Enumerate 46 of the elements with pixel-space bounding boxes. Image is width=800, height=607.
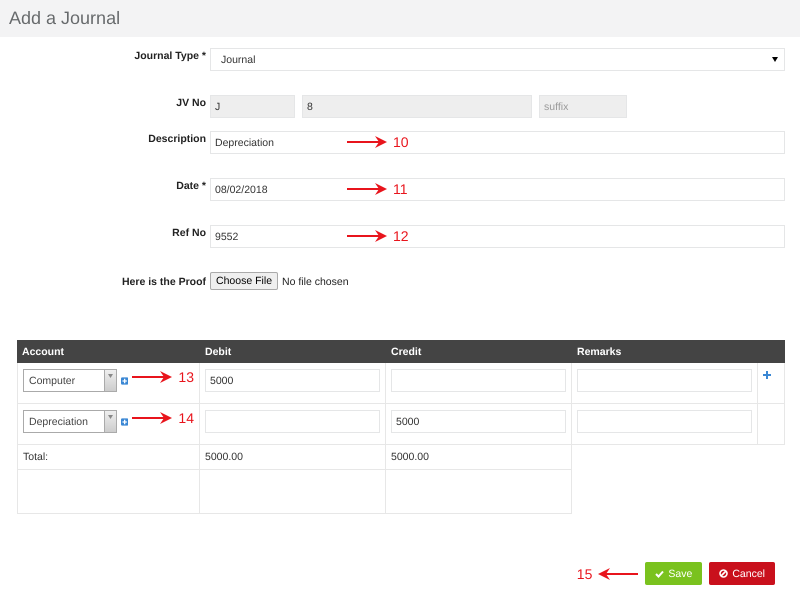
field-label: Date * xyxy=(175,179,206,194)
annotation-number: 12 xyxy=(393,228,409,244)
arrow-icon xyxy=(132,371,172,383)
field-label: Ref No xyxy=(171,226,206,241)
debit-field[interactable] xyxy=(205,410,380,433)
page-title: Add a Journal xyxy=(9,8,120,29)
arrow-icon xyxy=(347,230,387,242)
caret-icon xyxy=(772,57,778,62)
account-select[interactable]: Depreciation xyxy=(23,410,118,433)
annotation-number: 11 xyxy=(393,181,408,197)
arrow-icon xyxy=(347,136,387,148)
column-header: Account xyxy=(17,340,200,363)
account-select[interactable]: Computer xyxy=(23,369,118,392)
column-header: Debit xyxy=(200,340,386,363)
choose-file-button[interactable]: Choose File xyxy=(210,272,278,290)
file-status: No file chosen xyxy=(282,275,349,288)
annotation-number: 15 xyxy=(576,566,592,582)
field-label: Journal Type * xyxy=(133,49,206,64)
field-label: JV No xyxy=(175,96,206,111)
credit-field[interactable]: 5000 xyxy=(391,410,566,433)
check-icon xyxy=(655,570,664,578)
add-account-icon[interactable] xyxy=(121,376,128,386)
remarks-field[interactable] xyxy=(577,410,752,433)
credit-total: 5000.00 xyxy=(391,451,429,463)
arrow-icon xyxy=(132,412,172,424)
arrow-icon xyxy=(347,183,387,195)
add-row-icon[interactable] xyxy=(763,371,771,379)
annotation-number: 13 xyxy=(178,369,194,385)
arrow-icon xyxy=(598,568,638,580)
field-label: Description xyxy=(147,132,206,147)
field-label: Here is the Proof xyxy=(120,275,206,290)
column-header: Credit xyxy=(386,340,572,363)
annotation-number: 10 xyxy=(393,134,409,150)
debit-total: 5000.00 xyxy=(205,451,243,463)
debit-field[interactable]: 5000 xyxy=(205,369,380,392)
total-label: Total: xyxy=(23,451,48,463)
cancel-button[interactable]: Cancel xyxy=(709,562,775,585)
caret-icon xyxy=(108,415,114,419)
journal-type-select[interactable]: Journal xyxy=(210,48,785,71)
add-account-icon[interactable] xyxy=(121,417,128,427)
caret-icon xyxy=(108,374,114,378)
remarks-field[interactable] xyxy=(577,369,752,392)
credit-field[interactable] xyxy=(391,369,566,392)
column-header: Remarks xyxy=(572,340,758,363)
annotation-number: 14 xyxy=(178,410,194,426)
ban-icon xyxy=(719,569,728,578)
